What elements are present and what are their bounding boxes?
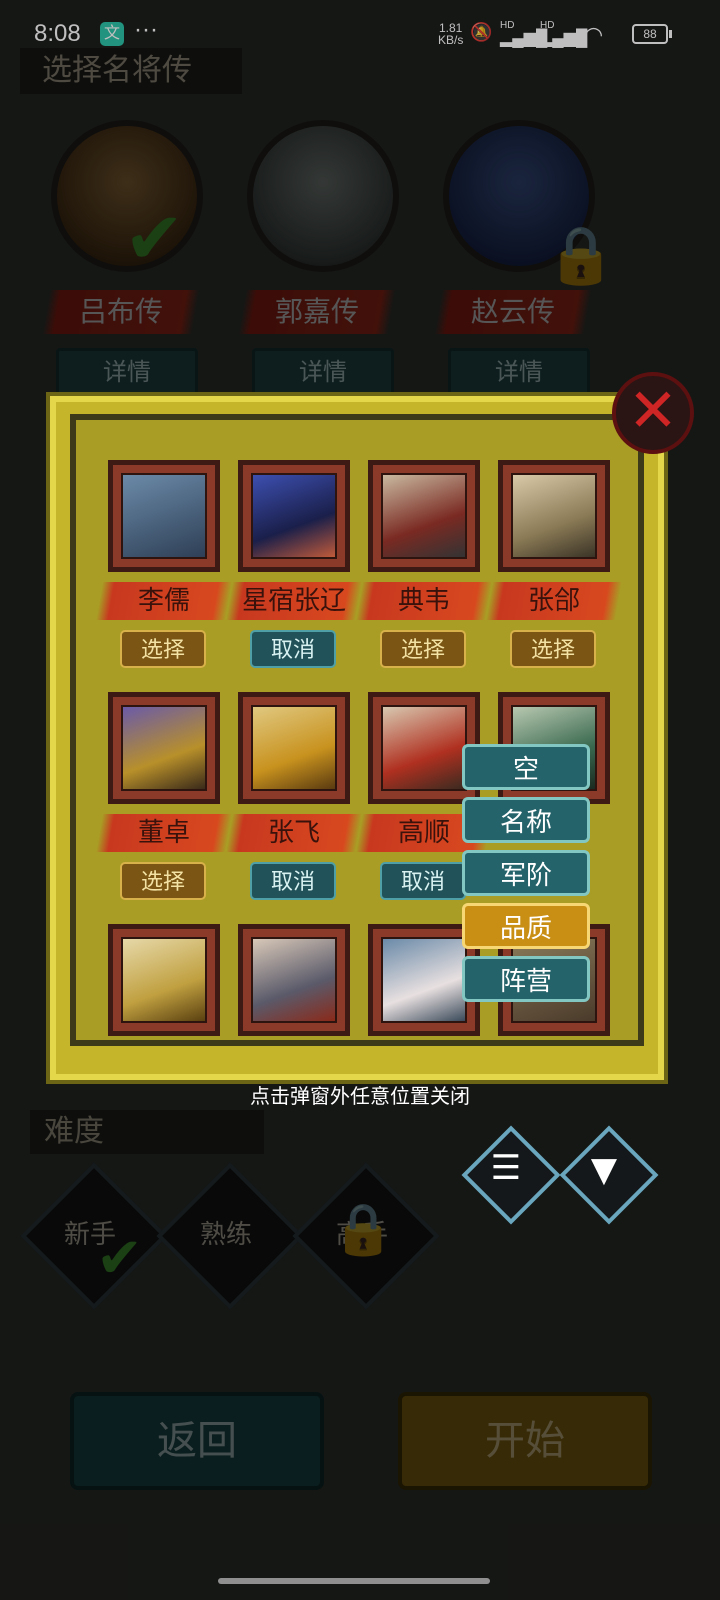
general-card[interactable]: [232, 924, 356, 1040]
select-button[interactable]: 选择: [120, 862, 206, 900]
general-card[interactable]: 张飞 取消: [224, 692, 364, 912]
general-name: 李儒: [94, 582, 234, 620]
general-portrait-frame: [368, 460, 480, 572]
general-portrait: [121, 473, 207, 559]
general-name: 典韦: [354, 582, 494, 620]
general-card[interactable]: 星宿张辽 取消: [224, 460, 364, 680]
general-name: 张郃: [484, 582, 624, 620]
general-portrait-frame: [108, 692, 220, 804]
cancel-button[interactable]: 取消: [380, 862, 466, 900]
general-name: 董卓: [94, 814, 234, 852]
close-hint: 点击弹窗外任意位置关闭: [250, 1084, 470, 1108]
sort-option-quality[interactable]: 品质: [462, 903, 590, 949]
general-portrait: [381, 705, 467, 791]
general-card[interactable]: 董卓 选择: [94, 692, 234, 912]
general-portrait: [251, 937, 337, 1023]
sort-option-faction[interactable]: 阵营: [462, 956, 590, 1002]
select-button[interactable]: 选择: [380, 630, 466, 668]
sort-option-empty[interactable]: 空: [462, 744, 590, 790]
select-button[interactable]: 选择: [120, 630, 206, 668]
general-portrait-frame: [238, 924, 350, 1036]
general-card[interactable]: 李儒 选择: [94, 460, 234, 680]
filter-icon: ▼: [590, 1150, 618, 1190]
general-portrait: [381, 937, 467, 1023]
sort-option-rank[interactable]: 军阶: [462, 850, 590, 896]
close-icon[interactable]: ✕: [612, 372, 694, 454]
general-portrait: [251, 473, 337, 559]
general-portrait-frame: [498, 460, 610, 572]
home-indicator[interactable]: [218, 1578, 490, 1584]
general-card[interactable]: [102, 924, 226, 1040]
general-portrait: [251, 705, 337, 791]
general-portrait-frame: [238, 692, 350, 804]
general-portrait: [121, 705, 207, 791]
general-portrait: [121, 937, 207, 1023]
general-portrait: [381, 473, 467, 559]
general-portrait: [511, 473, 597, 559]
cancel-button[interactable]: 取消: [250, 630, 336, 668]
cancel-button[interactable]: 取消: [250, 862, 336, 900]
general-name: 星宿张辽: [224, 582, 364, 620]
general-card[interactable]: 张郃 选择: [484, 460, 624, 680]
general-portrait-frame: [238, 460, 350, 572]
general-portrait-frame: [108, 460, 220, 572]
general-card[interactable]: 典韦 选择: [354, 460, 494, 680]
sort-dropdown: 空 名称 军阶 品质 阵营: [462, 744, 590, 1009]
select-button[interactable]: 选择: [510, 630, 596, 668]
list-icon: ☰: [490, 1148, 522, 1188]
general-portrait-frame: [108, 924, 220, 1036]
sort-option-name[interactable]: 名称: [462, 797, 590, 843]
general-name: 张飞: [224, 814, 364, 852]
